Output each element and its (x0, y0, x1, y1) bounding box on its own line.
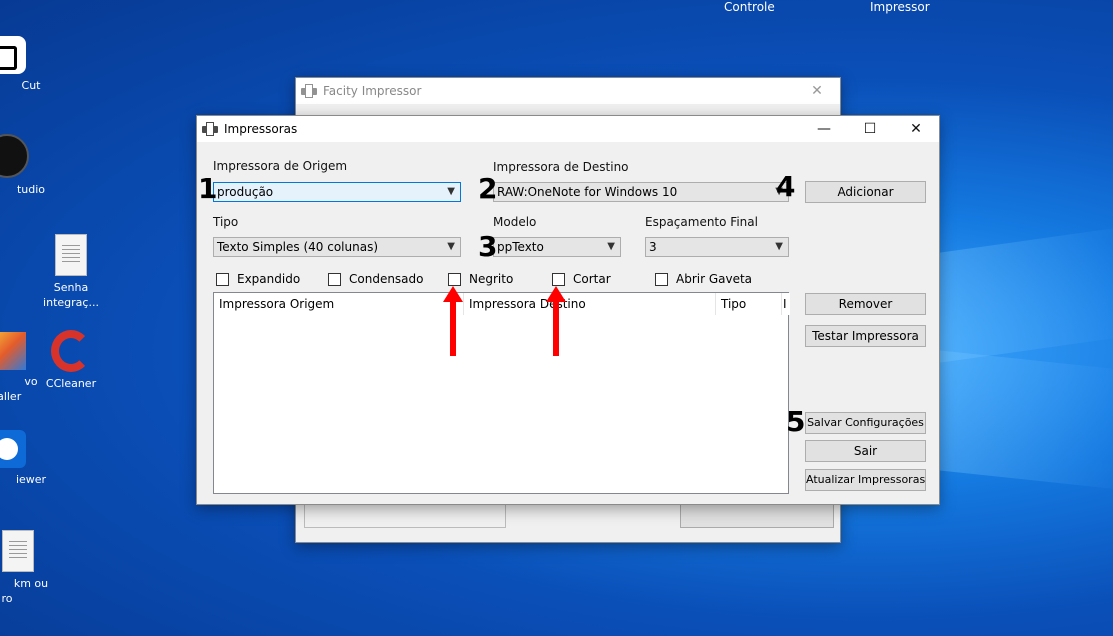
checkbox-label: Cortar (573, 272, 611, 286)
facity-titlebar[interactable]: Facity Impressor ✕ (296, 78, 840, 104)
chevron-down-icon: ▼ (607, 241, 615, 252)
printer-icon (202, 122, 218, 136)
checkbox-label: Expandido (237, 272, 301, 286)
annotation-number-5: 5 (786, 405, 806, 438)
atualizar-impressoras-button[interactable]: Atualizar Impressoras (805, 469, 926, 491)
text-file-icon (55, 234, 87, 276)
tipo-select[interactable]: Texto Simples (40 colunas) ▼ (213, 237, 461, 257)
facity-button[interactable] (680, 502, 834, 528)
close-icon[interactable]: ✕ (893, 116, 939, 142)
modelo-select[interactable]: ppTexto ▼ (493, 237, 621, 257)
destino-value: RAW:OneNote for Windows 10 (497, 185, 678, 199)
checkbox-label: Condensado (349, 272, 424, 286)
testar-impressora-button[interactable]: Testar Impressora (805, 325, 926, 347)
label-impressora-destino: Impressora de Destino (493, 160, 629, 174)
chevron-down-icon: ▼ (447, 241, 455, 252)
installer-icon (0, 332, 26, 370)
origem-select[interactable]: produção ▼ (213, 182, 461, 202)
desktop-icon-capcut[interactable]: Cut (0, 36, 52, 93)
annotation-number-4: 4 (776, 170, 796, 203)
minimize-icon[interactable]: — (801, 116, 847, 142)
desktop-icon-ccleaner[interactable]: CCleaner (26, 330, 116, 391)
impressoras-dialog[interactable]: Impressoras — ☐ ✕ Impressora de Origem I… (196, 115, 940, 505)
checkbox-label: Abrir Gaveta (676, 272, 753, 286)
maximize-icon[interactable]: ☐ (847, 116, 893, 142)
chevron-down-icon: ▼ (447, 186, 455, 197)
checkbox-box[interactable] (216, 272, 229, 286)
chevron-down-icon: ▼ (775, 241, 783, 252)
printer-icon (301, 84, 317, 98)
column-header-origem[interactable]: Impressora Origem (214, 293, 464, 315)
remover-button[interactable]: Remover (805, 293, 926, 315)
espacamento-select[interactable]: 3 ▼ (645, 237, 789, 257)
checkbox-box[interactable] (448, 272, 461, 286)
checkbox-label: Negrito (469, 272, 514, 286)
desktop-icon-label: CCleaner (45, 377, 97, 390)
desktop-label-impressor[interactable]: Impressor (870, 0, 930, 14)
origem-value: produção (217, 185, 274, 199)
ccleaner-icon (51, 330, 91, 372)
dialog-title: Impressoras (224, 122, 298, 136)
destino-select[interactable]: RAW:OneNote for Windows 10 ▼ (493, 182, 789, 202)
modelo-value: ppTexto (497, 240, 544, 254)
annotation-number-2: 2 (478, 172, 498, 205)
label-tipo: Tipo (213, 215, 239, 229)
checkbox-cortar[interactable]: Cortar (552, 272, 611, 286)
column-header-destino[interactable]: Impressora Destino (464, 293, 716, 315)
red-arrow-up-icon (546, 286, 566, 356)
close-icon[interactable]: ✕ (794, 78, 840, 104)
facity-title: Facity Impressor (323, 84, 422, 98)
adicionar-button[interactable]: Adicionar (805, 181, 926, 203)
text-file-icon (2, 530, 34, 572)
label-espacamento-final: Espaçamento Final (645, 215, 758, 229)
salvar-configuracoes-button[interactable]: Salvar Configurações (805, 412, 926, 434)
dialog-titlebar[interactable]: Impressoras — ☐ ✕ (197, 116, 939, 142)
red-arrow-up-icon (443, 286, 463, 356)
checkbox-negrito[interactable]: Negrito (448, 272, 513, 286)
desktop-icon-teamviewer[interactable]: iewer (0, 430, 52, 487)
checkbox-expandido[interactable]: Expandido (216, 272, 300, 286)
desktop-icon-label: km ou ro (1, 577, 49, 605)
checkbox-box[interactable] (552, 272, 565, 286)
desktop-icon-label: tudio (16, 183, 46, 196)
label-impressora-origem: Impressora de Origem (213, 159, 348, 173)
teamviewer-icon (0, 430, 26, 468)
capcut-icon (0, 36, 26, 74)
checkbox-box[interactable] (655, 272, 668, 286)
desktop-icon-senha[interactable]: Senha integraç... (26, 234, 116, 310)
annotation-number-3: 3 (478, 230, 498, 263)
desktop-label-controle[interactable]: Controle (724, 0, 775, 14)
annotation-number-1: 1 (198, 172, 218, 205)
checkbox-condensado[interactable]: Condensado (328, 272, 424, 286)
desktop-icon-label: Senha integraç... (43, 281, 99, 309)
label-modelo: Modelo (493, 215, 537, 229)
column-header-extra[interactable]: I (782, 293, 790, 315)
facity-field[interactable] (304, 502, 506, 528)
desktop-icon-studio[interactable]: tudio (0, 134, 52, 197)
checkbox-abrir-gaveta[interactable]: Abrir Gaveta (655, 272, 752, 286)
desktop-icon-label: iewer (15, 473, 47, 486)
desktop-icon-label: Cut (21, 79, 41, 92)
checkbox-box[interactable] (328, 272, 341, 286)
espacamento-value: 3 (649, 240, 657, 254)
studio-icon (0, 134, 29, 178)
column-header-tipo[interactable]: Tipo (716, 293, 782, 315)
sair-button[interactable]: Sair (805, 440, 926, 462)
printers-listview[interactable]: Impressora Origem Impressora Destino Tip… (213, 292, 790, 494)
desktop-icon-document[interactable]: km ou ro (0, 530, 52, 606)
tipo-value: Texto Simples (40 colunas) (217, 240, 379, 254)
